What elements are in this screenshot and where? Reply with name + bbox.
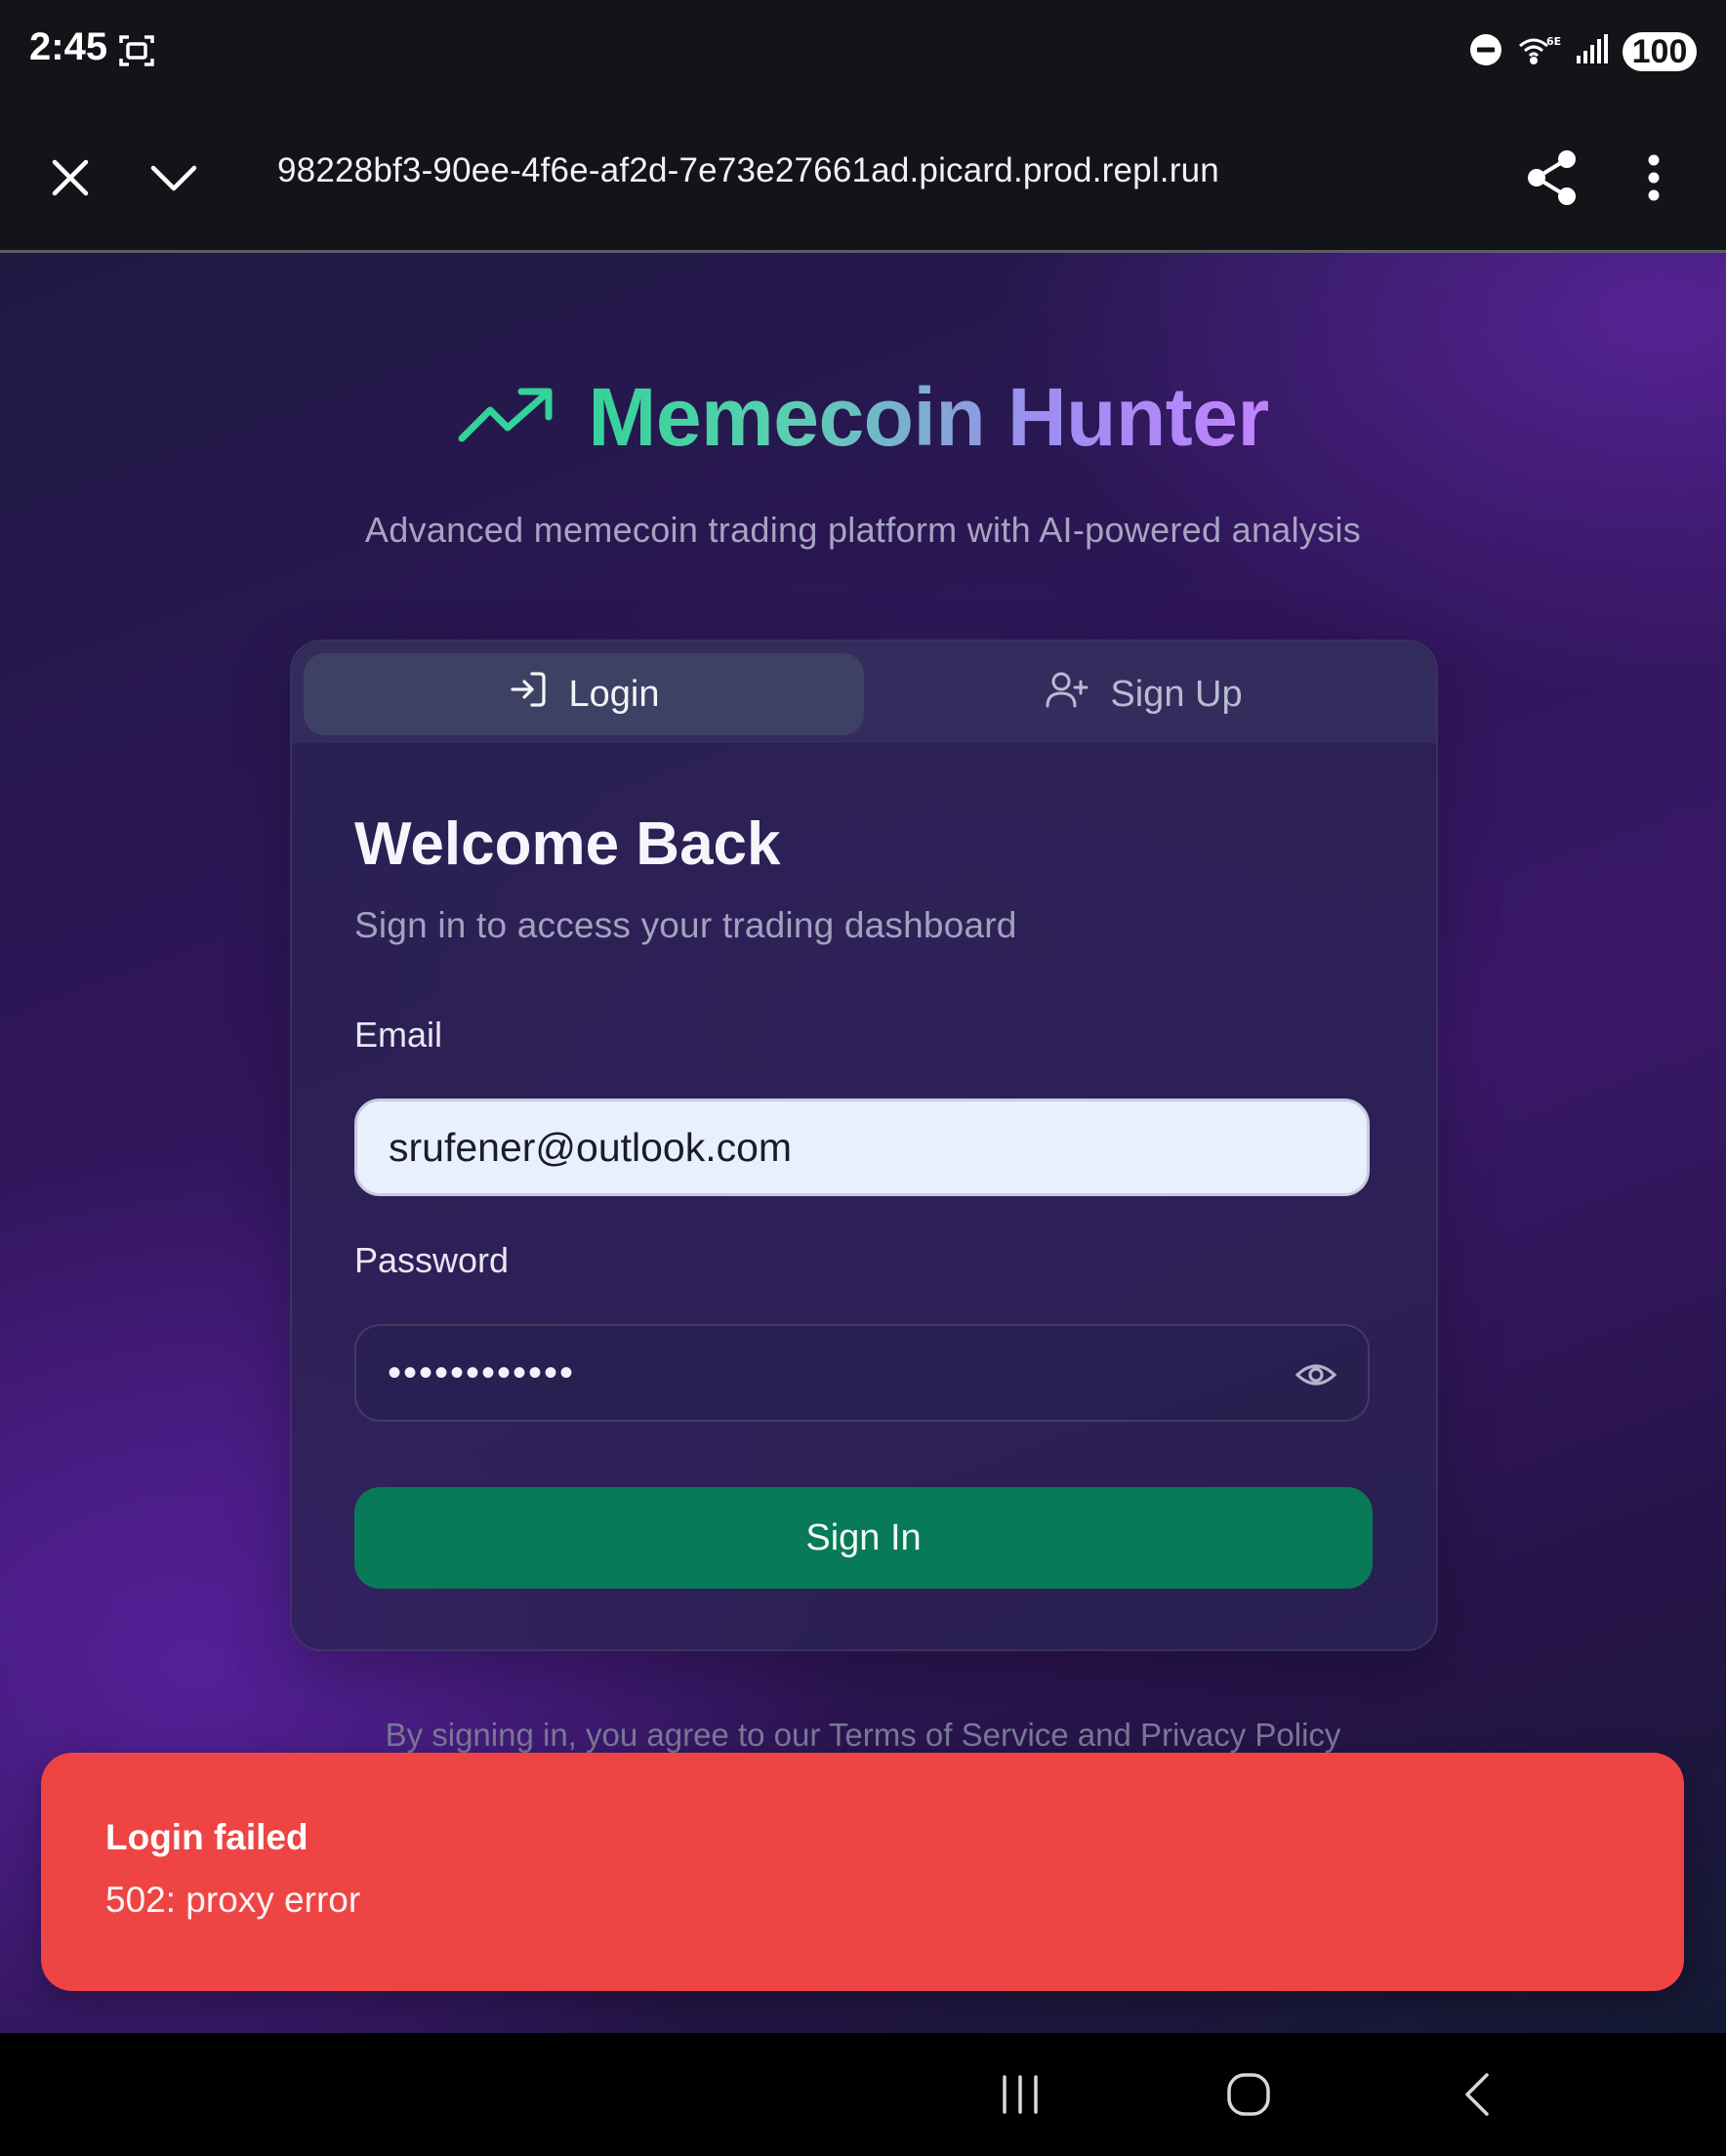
brand-title: Memecoin Hunter [588,371,1269,463]
password-field[interactable]: •••••••••••• [354,1324,1370,1422]
brand-tagline: Advanced memecoin trading platform with … [364,510,1362,550]
recent-apps-icon[interactable] [986,2062,1054,2127]
battery-level: 100 [1623,32,1697,71]
sign-in-button[interactable]: Sign In [354,1487,1373,1589]
tab-signup[interactable]: Sign Up [864,653,1424,735]
user-plus-icon [1046,670,1089,719]
page-content: Memecoin Hunter Advanced memecoin tradin… [0,253,1726,2033]
password-value: •••••••••••• [388,1350,576,1394]
back-icon[interactable] [1443,2062,1511,2127]
tab-login-label: Login [568,673,660,715]
form-heading: Welcome Back [354,810,781,878]
trending-up-icon [457,386,555,449]
signal-icon [1576,32,1609,72]
terms-notice: By signing in, you agree to our Terms of… [385,1717,1341,1753]
email-field[interactable]: srufener@outlook.com [354,1099,1370,1196]
status-time: 2:45 [29,25,108,68]
email-label: Email [354,1015,443,1055]
share-icon[interactable] [1519,145,1585,211]
tab-signup-label: Sign Up [1110,673,1243,715]
wifi-6e-icon: 6E [1517,32,1562,72]
toast-message: 502: proxy error [105,1880,361,1920]
brand-header: Memecoin Hunter [0,370,1726,465]
error-toast: Login failed 502: proxy error [41,1753,1684,1991]
status-bar: 2:45 6E 100 [0,0,1726,105]
chevron-down-icon[interactable] [141,145,207,211]
login-icon [509,670,548,719]
auth-tabs: Login Sign Up [292,642,1436,743]
toast-title: Login failed [105,1817,308,1857]
password-label: Password [354,1240,510,1280]
more-vert-icon[interactable] [1621,145,1687,211]
email-value: srufener@outlook.com [389,1124,793,1170]
auth-card: Login Sign Up Welcome Back Sign in to ac… [290,640,1438,1651]
do-not-disturb-icon [1468,32,1503,72]
browser-toolbar: 98228bf3-90ee-4f6e-af2d-7e73e27661ad.pic… [0,105,1726,253]
eye-icon[interactable] [1294,1355,1337,1404]
close-icon[interactable] [37,145,103,211]
address-bar-url[interactable]: 98228bf3-90ee-4f6e-af2d-7e73e27661ad.pic… [277,151,1219,190]
svg-text:6E: 6E [1546,35,1561,48]
screenshot-icon [117,31,156,75]
status-indicators: 6E 100 [1468,29,1697,74]
home-icon[interactable] [1214,2062,1283,2127]
form-subheading: Sign in to access your trading dashboard [354,905,1017,945]
tab-login[interactable]: Login [304,653,864,735]
system-nav-bar [0,2033,1726,2156]
